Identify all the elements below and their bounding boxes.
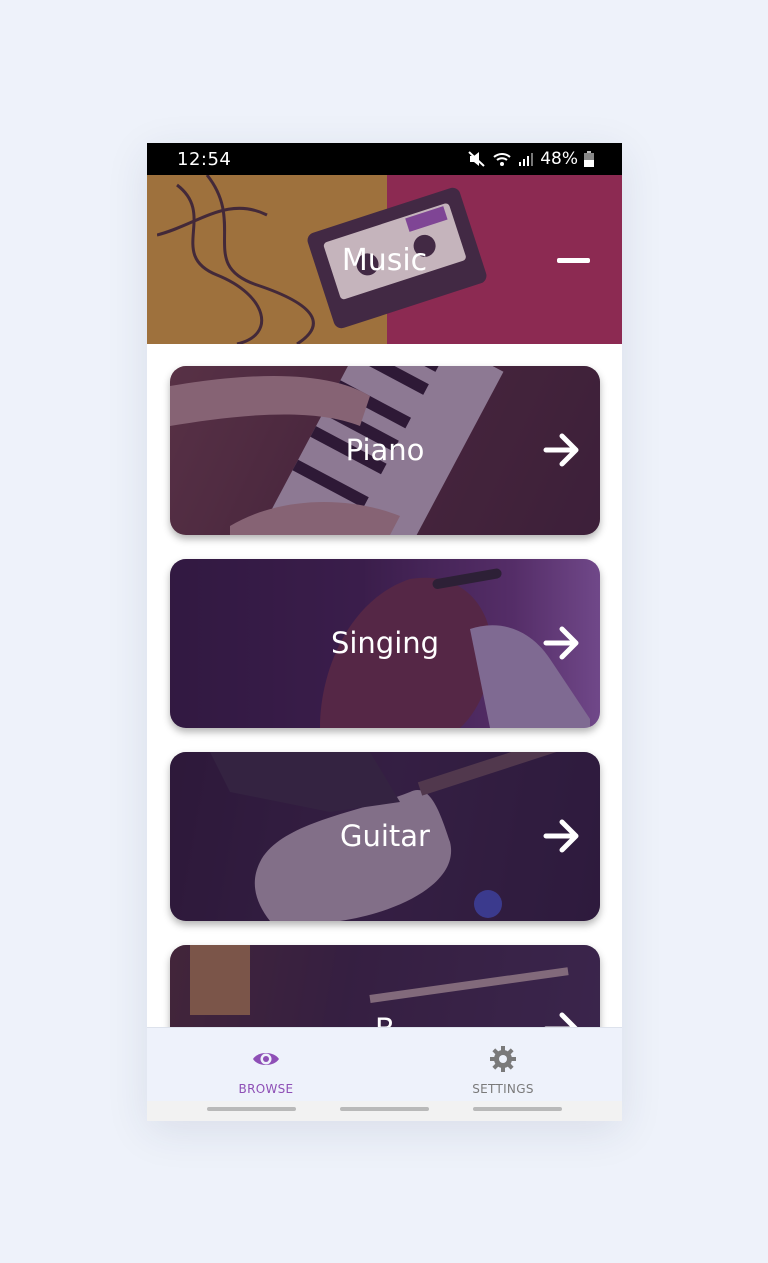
status-icons: 48% (468, 149, 594, 169)
category-card-singing[interactable]: Singing (170, 559, 600, 728)
status-bar: 12:54 48% (147, 143, 622, 175)
bottom-navigation: BROWSE SETTINGS (147, 1027, 622, 1102)
signal-icon (518, 151, 534, 167)
nav-browse-label: BROWSE (238, 1082, 294, 1096)
minus-icon[interactable] (557, 258, 590, 263)
gesture-bar (147, 1101, 622, 1121)
arrow-right-icon (543, 433, 579, 467)
arrow-right-icon (543, 819, 579, 853)
header-title: Music (341, 243, 428, 278)
eye-icon (253, 1053, 279, 1065)
card-label: Piano (345, 433, 425, 467)
nav-pill-recents[interactable] (207, 1107, 296, 1111)
wifi-icon (492, 151, 512, 167)
battery-icon (584, 151, 594, 167)
card-label: Singing (330, 626, 440, 660)
gear-icon (490, 1046, 516, 1072)
category-card-guitar[interactable]: Guitar (170, 752, 600, 921)
nav-pill-back[interactable] (473, 1107, 562, 1111)
nav-settings-label: SETTINGS (472, 1082, 534, 1096)
mute-icon (468, 151, 486, 167)
category-header: Music (147, 175, 622, 344)
card-label: Guitar (340, 819, 430, 853)
category-card-piano[interactable]: Piano (170, 366, 600, 535)
battery-percent: 48% (540, 149, 578, 169)
status-time: 12:54 (177, 149, 232, 170)
arrow-right-icon (543, 626, 579, 660)
nav-settings[interactable]: SETTINGS (403, 1028, 603, 1096)
nav-pill-home[interactable] (340, 1107, 429, 1111)
phone-screen: 12:54 48% Music Piano Singing Guitar BRO… (147, 143, 622, 1121)
nav-browse[interactable]: BROWSE (166, 1028, 366, 1096)
